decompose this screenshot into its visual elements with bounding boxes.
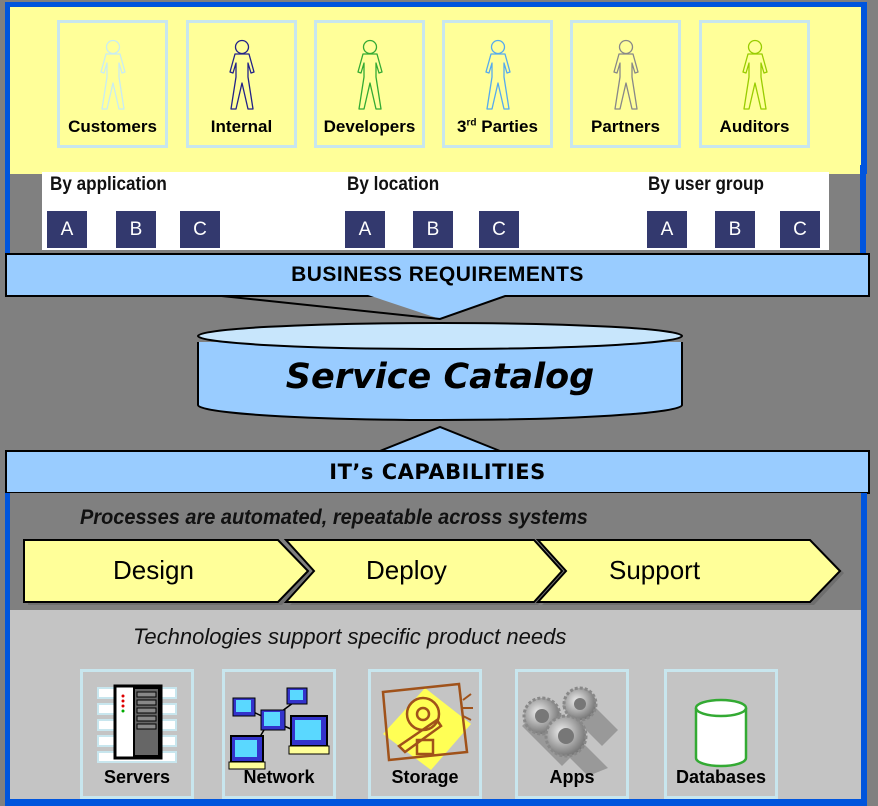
it-capabilities-banner: IT’s CAPABILITIES xyxy=(5,450,870,494)
persona-tile[interactable]: Partners xyxy=(570,20,681,148)
filter-group-title: By application xyxy=(50,174,167,195)
persona-label-prefix: 3 xyxy=(457,117,467,136)
it-capabilities-label: IT’s CAPABILITIES xyxy=(329,460,546,484)
persona-label: Partners xyxy=(591,117,660,136)
person-icon xyxy=(484,39,511,110)
person-icon xyxy=(356,39,383,110)
persona-label: Auditors xyxy=(719,117,790,136)
step-deploy-label: Deploy xyxy=(366,555,447,585)
frame-right-edge xyxy=(860,165,866,260)
person-icon xyxy=(228,39,255,110)
persona-label-superscript: rd xyxy=(466,117,477,129)
down-arrow-shape xyxy=(212,295,508,319)
persona-tile[interactable]: Developers xyxy=(314,20,425,148)
filter-chip-c[interactable]: C xyxy=(479,211,519,248)
persona-tile[interactable]: Auditors xyxy=(699,20,810,148)
person-icon xyxy=(99,39,126,110)
gears-icon xyxy=(522,686,618,776)
tech-label: Storage xyxy=(391,767,459,787)
hard-drive-icon xyxy=(381,682,473,770)
filter-chip-a[interactable]: A xyxy=(47,211,87,248)
step-support-label: Support xyxy=(609,555,701,585)
filter-group-title: By user group xyxy=(648,174,764,195)
persona-label: Customers xyxy=(68,117,157,136)
step-design-label: Design xyxy=(113,555,194,585)
persona-tile[interactable]: 3rd Parties xyxy=(442,20,553,148)
tech-tile-network[interactable]: Network xyxy=(222,669,336,799)
server-icon xyxy=(97,684,177,763)
cylinder-top xyxy=(197,322,683,350)
frame-left-edge xyxy=(5,165,10,260)
person-icon xyxy=(612,39,639,110)
business-requirements-banner: BUSINESS REQUIREMENTS xyxy=(5,253,870,297)
filter-chip-b[interactable]: B xyxy=(413,211,453,248)
persona-label: Internal xyxy=(210,117,273,136)
tech-label: Apps xyxy=(549,767,595,787)
service-catalog-label: Service Catalog xyxy=(285,357,595,397)
persona-label-suffix: Parties xyxy=(476,117,538,136)
network-icon xyxy=(228,687,330,770)
person-icon xyxy=(741,39,768,110)
tech-label: Databases xyxy=(675,767,767,787)
persona-label: 3rd Parties xyxy=(445,117,550,137)
persona-tile[interactable]: Internal xyxy=(186,20,297,148)
technologies-caption: Technologies support specific product ne… xyxy=(133,624,567,649)
tech-tile-servers[interactable]: Servers xyxy=(80,669,194,799)
processes-caption: Processes are automated, repeatable acro… xyxy=(80,506,588,529)
business-requirements-label: BUSINESS REQUIREMENTS xyxy=(291,263,584,286)
tech-label: Servers xyxy=(103,767,171,787)
tech-label: Network xyxy=(243,767,315,787)
tech-tile-storage[interactable]: Storage xyxy=(368,669,482,799)
filter-strip: By application A B C By location A B C B… xyxy=(42,172,829,250)
filter-chip-a[interactable]: A xyxy=(345,211,385,248)
persona-label: Developers xyxy=(323,117,416,136)
filter-chip-c[interactable]: C xyxy=(180,211,220,248)
filter-chip-c[interactable]: C xyxy=(780,211,820,248)
filter-chip-b[interactable]: B xyxy=(715,211,755,248)
tech-tile-databases[interactable]: Databases xyxy=(664,669,778,799)
filter-group-title: By location xyxy=(347,174,440,195)
up-arrow-shape xyxy=(379,425,501,452)
persona-tile[interactable]: Customers xyxy=(57,20,168,148)
tech-tile-apps[interactable]: Apps xyxy=(515,669,629,799)
filter-chip-b[interactable]: B xyxy=(116,211,156,248)
filter-chip-a[interactable]: A xyxy=(647,211,687,248)
database-icon xyxy=(694,698,748,768)
